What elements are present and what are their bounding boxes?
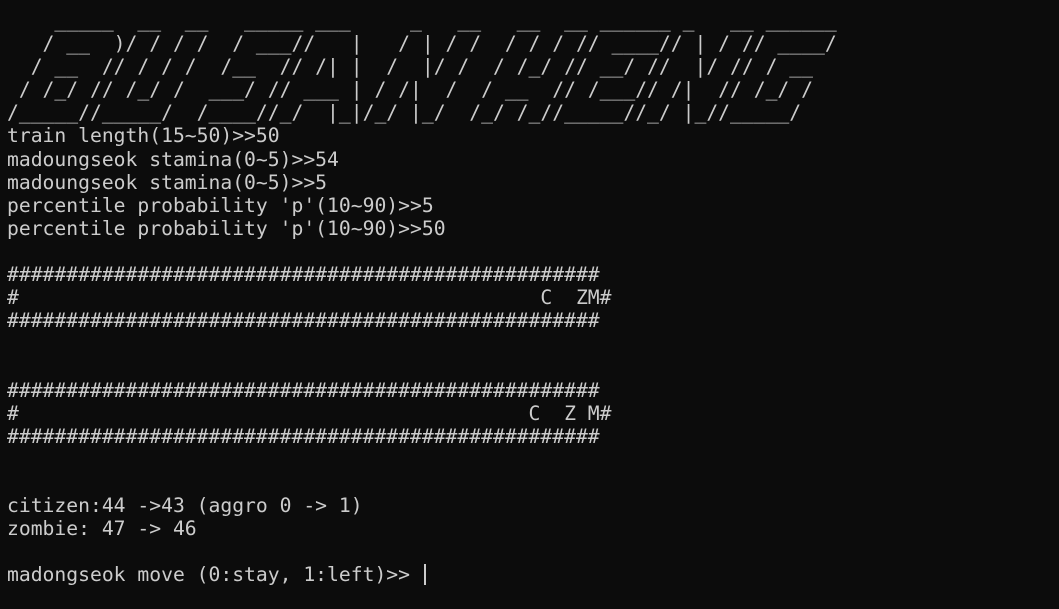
train-length-input-line: train length(15~50)>>50: [7, 124, 280, 148]
train-wall-bottom: ########################################…: [7, 309, 600, 333]
train-display: ########################################…: [7, 379, 1059, 448]
banner-line: / /_/ // /_/ / ___/ // ___ | / /| / / __…: [7, 78, 837, 102]
train-wall-bottom: ########################################…: [7, 424, 600, 448]
banner-line: / __ // / / / /__ // /| | / |/ / / /_/ /…: [7, 55, 837, 79]
banner-line: /_____//_____/ /____//_/ |_|/_/ |_/ /_/ …: [7, 101, 837, 125]
terminal-window[interactable]: _____ __ __ _____ ___ _ __ __ __ ______ …: [0, 0, 1059, 609]
train-wall-top: ########################################…: [7, 378, 600, 402]
move-prompt-line[interactable]: madongseok move (0:stay, 1:left)>>: [7, 563, 1059, 586]
train-interior: # C ZM#: [7, 286, 612, 310]
stamina-input-line: madoungseok stamina(0~5)>>5: [7, 170, 328, 194]
train-interior: # C Z M#: [7, 401, 612, 425]
citizen-status: citizen:44 ->43 (aggro 0 -> 1): [7, 493, 363, 517]
probability-input-line: percentile probability 'p'(10~90)>>5: [7, 193, 434, 217]
stamina-input-line: madoungseok stamina(0~5)>>54: [7, 147, 339, 171]
train-wall-top: ########################################…: [7, 263, 600, 287]
zombie-status: zombie: 47 -> 46: [7, 517, 197, 541]
banner-line: / __ )/ / / / / ___// | / | / / / / / //…: [7, 32, 837, 56]
banner-line: _____ __ __ _____ ___ _ __ __ __ ______ …: [7, 9, 837, 32]
train-display: ########################################…: [7, 263, 1059, 332]
ascii-banner: _____ __ __ _____ ___ _ __ __ __ ______ …: [7, 9, 1059, 124]
probability-input-line: percentile probability 'p'(10~90)>>50: [7, 216, 446, 240]
text-cursor: [423, 564, 426, 586]
move-prompt: madongseok move (0:stay, 1:left)>>: [7, 563, 422, 587]
